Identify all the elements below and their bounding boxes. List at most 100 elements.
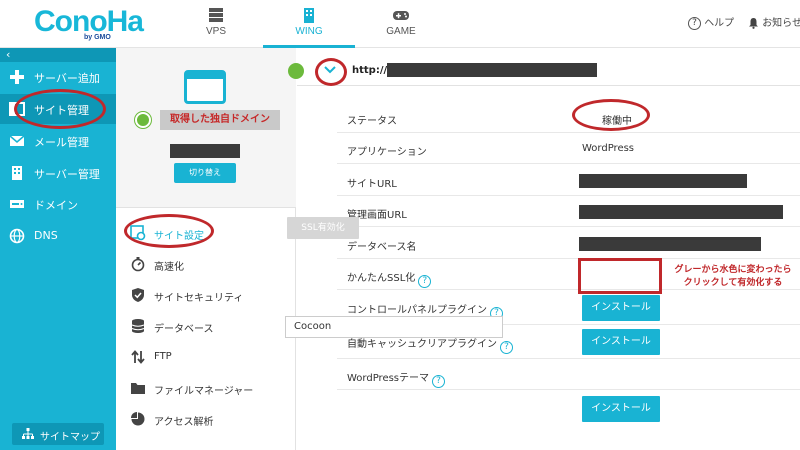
site-url-prefix: http:// bbox=[352, 65, 388, 76]
power-status-icon bbox=[135, 112, 151, 128]
logo-sub-text: by GMO bbox=[84, 34, 111, 41]
subnav-item-label: ファイルマネージャー bbox=[154, 386, 254, 397]
redacted-database-name bbox=[579, 237, 761, 251]
tab-wing-label: WING bbox=[295, 26, 323, 37]
browser-window-icon bbox=[184, 70, 226, 104]
help-link[interactable]: ? ヘルプ bbox=[688, 14, 734, 30]
conoha-logo[interactable]: ConoHa by GMO bbox=[34, 5, 144, 45]
application-label: アプリケーション bbox=[347, 147, 427, 158]
subnav-item-label: 高速化 bbox=[154, 262, 184, 273]
install-control-panel-plugin-button[interactable]: インストール bbox=[582, 295, 660, 321]
row-database-name: データベース名 bbox=[337, 228, 800, 259]
help-icon[interactable]: ? bbox=[500, 341, 513, 354]
annotation-line: グレーから水色に変わったら bbox=[674, 265, 792, 275]
pie-chart-icon bbox=[131, 412, 145, 426]
subnav-item-label: サイトセキュリティ bbox=[154, 293, 244, 304]
sitemap-button[interactable]: サイトマップ bbox=[12, 423, 104, 445]
transfer-icon bbox=[131, 350, 145, 364]
plus-icon bbox=[10, 70, 24, 84]
install-theme-button[interactable]: インストール bbox=[582, 396, 660, 422]
application-value: WordPress bbox=[582, 143, 635, 154]
redacted-admin-url bbox=[579, 205, 783, 219]
site-url-label: サイトURL bbox=[347, 179, 397, 190]
switch-site-button[interactable]: 切り替え bbox=[174, 163, 236, 183]
site-subpanel: 取得した独自ドメイン 切り替え サイト設定 高速化 サイトセキュリティ データベ… bbox=[116, 48, 296, 450]
bell-icon bbox=[749, 18, 758, 29]
subnav-item-security[interactable]: サイトセキュリティ bbox=[116, 279, 296, 309]
question-icon: ? bbox=[688, 16, 701, 30]
subnav-item-ftp[interactable]: FTP bbox=[116, 341, 296, 371]
row-admin-url: 管理画面URL bbox=[337, 196, 800, 227]
ssl-annotation-text: グレーから水色に変わったら クリックして有効化する bbox=[666, 264, 800, 290]
help-icon[interactable]: ? bbox=[418, 275, 432, 288]
tab-game[interactable]: GAME bbox=[355, 0, 447, 48]
enable-ssl-button: SSL有効化 bbox=[287, 217, 359, 239]
tab-game-label: GAME bbox=[386, 26, 416, 37]
domain-icon bbox=[10, 200, 24, 208]
top-header: ConoHa by GMO VPS WING GAME ? ヘルプ お知らせ bbox=[0, 0, 800, 48]
gamepad-icon bbox=[393, 11, 409, 20]
subnav-item-access-analysis[interactable]: アクセス解析 bbox=[116, 403, 296, 433]
sidebar-collapse-button[interactable]: ‹ bbox=[0, 48, 116, 62]
redacted-url bbox=[387, 63, 597, 77]
redacted-site-url bbox=[579, 174, 747, 188]
wordpress-theme-select[interactable]: Cocoon bbox=[285, 316, 503, 338]
row-theme-install: インストール bbox=[337, 390, 800, 430]
highlight-box-ssl bbox=[578, 258, 662, 294]
sidebar-item-mail[interactable]: メール管理 bbox=[0, 126, 116, 156]
row-status: ステータス 稼働中 bbox=[337, 102, 800, 133]
chevron-left-icon: ‹ bbox=[6, 48, 11, 61]
database-name-label: データベース名 bbox=[347, 242, 417, 253]
subnav-item-label: アクセス解析 bbox=[154, 417, 214, 428]
tab-vps[interactable]: VPS bbox=[170, 0, 262, 48]
building-icon bbox=[304, 8, 314, 23]
redacted-domain bbox=[170, 144, 240, 158]
row-site-url: サイトURL bbox=[337, 165, 800, 196]
row-application: アプリケーション WordPress bbox=[337, 133, 800, 164]
highlight-ring-site-management bbox=[14, 89, 106, 129]
subnav-item-file-manager[interactable]: ファイルマネージャー bbox=[116, 372, 296, 402]
server-icon bbox=[12, 166, 22, 180]
mail-icon bbox=[9, 135, 25, 146]
site-card: 取得した独自ドメイン 切り替え bbox=[116, 48, 296, 208]
folder-icon bbox=[131, 383, 145, 394]
wordpress-theme-label: WordPressテーマ? bbox=[347, 369, 446, 388]
tab-wing[interactable]: WING bbox=[263, 0, 355, 48]
tab-vps-label: VPS bbox=[205, 26, 226, 37]
sidebar-item-label: ドメイン bbox=[34, 199, 78, 212]
row-wordpress-theme: WordPressテーマ? bbox=[337, 359, 800, 390]
sidebar-item-label: サーバー管理 bbox=[34, 168, 100, 181]
shield-icon bbox=[132, 288, 144, 302]
main-content: http:// ステータス 稼働中 アプリケーション WordPress サイト… bbox=[297, 48, 800, 450]
subnav-item-speed[interactable]: 高速化 bbox=[116, 248, 296, 278]
domain-annotation-label: 取得した独自ドメイン bbox=[160, 110, 280, 130]
help-label: ヘルプ bbox=[704, 18, 735, 29]
power-status-icon bbox=[288, 63, 304, 79]
sidebar-item-label: DNS bbox=[34, 229, 58, 242]
subnav-item-label: FTP bbox=[154, 351, 172, 362]
notice-link[interactable]: お知らせ bbox=[748, 14, 800, 29]
sidebar-item-add-server[interactable]: サーバー追加 bbox=[0, 62, 116, 92]
notice-label: お知らせ bbox=[762, 18, 800, 29]
sitemap-label: サイトマップ bbox=[40, 432, 100, 443]
sidebar-item-label: サーバー追加 bbox=[34, 72, 100, 85]
highlight-ring-site-settings bbox=[124, 214, 214, 248]
sidebar-item-dns[interactable]: DNS bbox=[0, 221, 116, 251]
sidebar-item-domain[interactable]: ドメイン bbox=[0, 189, 116, 219]
sitemap-icon bbox=[22, 428, 34, 439]
install-cache-clear-plugin-button[interactable]: インストール bbox=[582, 329, 660, 355]
easy-ssl-label: かんたんSSL化? bbox=[347, 269, 432, 288]
highlight-ring-chevron bbox=[315, 58, 347, 86]
stopwatch-icon bbox=[131, 257, 145, 272]
sidebar-item-label: メール管理 bbox=[34, 136, 89, 149]
subnav-item-database[interactable]: データベース bbox=[116, 310, 296, 340]
status-label: ステータス bbox=[347, 116, 397, 127]
annotation-line: クリックして有効化する bbox=[683, 278, 783, 288]
server-stack-icon bbox=[209, 8, 223, 22]
site-url-header: http:// bbox=[297, 56, 800, 86]
subnav-item-label: データベース bbox=[154, 324, 214, 335]
sidebar-item-server[interactable]: サーバー管理 bbox=[0, 158, 116, 188]
highlight-ring-status bbox=[572, 99, 650, 131]
globe-icon bbox=[9, 228, 25, 244]
help-icon[interactable]: ? bbox=[432, 375, 446, 388]
